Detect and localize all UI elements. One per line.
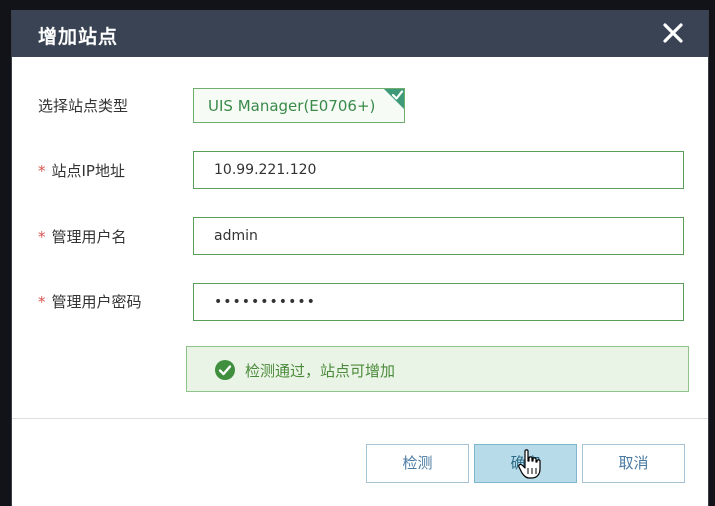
detect-success-message: 检测通过，站点可增加 (186, 346, 689, 392)
confirm-button[interactable]: 确定 (474, 444, 577, 483)
site-ip-input[interactable] (193, 151, 684, 189)
required-mark: * (38, 228, 46, 246)
selected-corner-check-icon (384, 89, 404, 109)
required-mark: * (38, 162, 46, 180)
success-text: 检测通过，站点可增加 (245, 362, 396, 380)
cancel-button[interactable]: 取消 (582, 444, 685, 483)
site-type-option-selected[interactable]: UIS Manager(E0706+) (193, 88, 405, 123)
admin-password-input[interactable] (193, 283, 684, 321)
check-circle-icon (215, 360, 235, 380)
admin-password-label: * 管理用户密码 (38, 291, 142, 312)
admin-username-label: * 管理用户名 (38, 226, 127, 247)
dialog-title: 增加站点 (38, 26, 119, 48)
footer-divider (12, 418, 708, 419)
admin-password-label-text: 管理用户密码 (51, 293, 142, 311)
admin-username-label-text: 管理用户名 (51, 228, 127, 246)
site-type-label: 选择站点类型 (38, 97, 129, 115)
close-button[interactable] (660, 20, 686, 46)
site-ip-label-text: 站点IP地址 (51, 162, 125, 180)
dialog-titlebar: 增加站点 (12, 10, 708, 57)
detect-button[interactable]: 检测 (366, 444, 469, 483)
required-mark: * (38, 293, 46, 311)
site-type-value: UIS Manager(E0706+) (208, 97, 376, 115)
add-site-dialog: 增加站点 选择站点类型 UIS Manager(E0706+) * 站点IP地址 … (11, 10, 709, 506)
site-ip-label: * 站点IP地址 (38, 160, 125, 181)
admin-username-input[interactable] (193, 217, 684, 255)
close-icon (663, 23, 683, 43)
